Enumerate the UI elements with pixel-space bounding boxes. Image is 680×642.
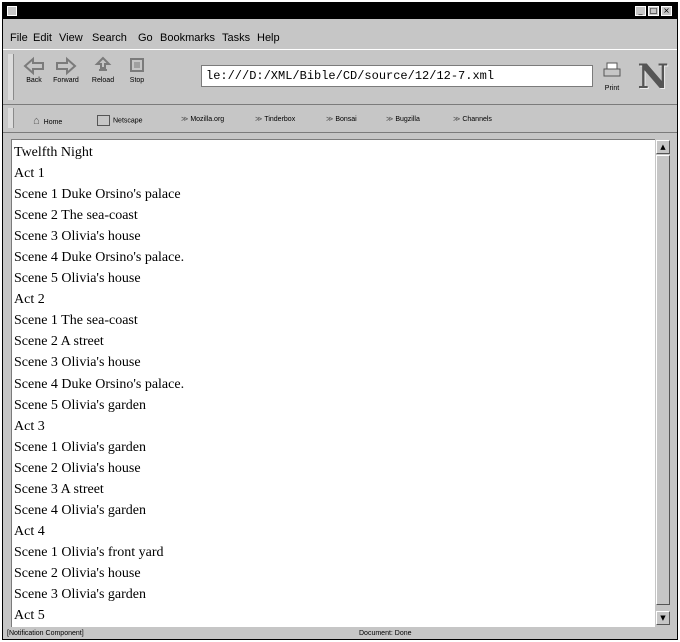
netscape-icon bbox=[97, 115, 110, 126]
scroll-thumb[interactable] bbox=[656, 155, 670, 605]
navigation-toolbar: Back Forward Reload Stop le:///D:/XML/Bi… bbox=[3, 49, 677, 105]
close-button[interactable]: × bbox=[661, 6, 672, 16]
bookmark-arrow-icon: ≫ bbox=[453, 116, 460, 123]
title-bar[interactable]: _ □ × bbox=[3, 3, 677, 19]
home-icon: ⌂ bbox=[33, 115, 40, 127]
toolbar-grip[interactable] bbox=[8, 54, 14, 100]
vertical-scrollbar[interactable]: ▲ ▼ bbox=[655, 139, 671, 627]
menu-go[interactable]: Go bbox=[138, 32, 153, 44]
forward-label: Forward bbox=[53, 77, 79, 84]
bookmark-channels[interactable]: ≫ Channels bbox=[453, 115, 492, 123]
stop-label: Stop bbox=[129, 77, 145, 84]
minimize-button[interactable]: _ bbox=[635, 6, 646, 16]
document-line: Scene 1 The sea-coast bbox=[14, 313, 138, 329]
personal-toolbar-grip[interactable] bbox=[8, 108, 14, 128]
document-line: Scene 1 Olivia's garden bbox=[14, 439, 146, 455]
document-line: Act 1 bbox=[14, 166, 45, 182]
document-text: Twelfth Night Act 1 Scene 1 Duke Orsino's … bbox=[14, 143, 184, 627]
bookmark-arrow-icon: ≫ bbox=[181, 116, 188, 123]
document-line: Scene 2 A street bbox=[14, 334, 104, 350]
channels-label: Channels bbox=[462, 116, 492, 123]
document-line: Scene 2 The sea-coast bbox=[14, 208, 138, 224]
menu-edit[interactable]: Edit bbox=[33, 32, 52, 44]
bookmark-arrow-icon: ≫ bbox=[386, 116, 393, 123]
url-input[interactable]: le:///D:/XML/Bible/CD/source/12/12-7.xml bbox=[201, 65, 593, 87]
menu-file[interactable]: File bbox=[10, 32, 28, 44]
document-line: Scene 3 Olivia's garden bbox=[14, 586, 146, 602]
back-button[interactable]: Back bbox=[17, 56, 51, 100]
status-document: Document: Done bbox=[359, 630, 412, 637]
bookmark-bonsai[interactable]: ≫ Bonsai bbox=[326, 115, 357, 123]
document-line: Scene 2 Olivia's house bbox=[14, 565, 141, 581]
document-line: Act 3 bbox=[14, 418, 45, 434]
menu-view[interactable]: View bbox=[59, 32, 83, 44]
document-line: Scene 1 Olivia's front yard bbox=[14, 544, 164, 560]
status-notification[interactable]: [Notification Component] bbox=[7, 629, 84, 639]
bookmark-tinderbox[interactable]: ≫ Tinderbox bbox=[255, 115, 295, 123]
back-label: Back bbox=[26, 77, 42, 84]
document-line: Scene 5 Olivia's house bbox=[14, 271, 141, 287]
reload-icon bbox=[94, 56, 112, 71]
document-line: Scene 4 Duke Orsino's palace. bbox=[14, 250, 185, 266]
home-label: Home bbox=[43, 119, 63, 126]
netscape-logo[interactable]: N bbox=[635, 60, 671, 94]
print-label: Print bbox=[604, 85, 620, 92]
document-line: Scene 3 Olivia's house bbox=[14, 355, 141, 371]
bookmark-arrow-icon: ≫ bbox=[326, 116, 333, 123]
bonsai-label: Bonsai bbox=[335, 116, 357, 123]
menu-bookmarks[interactable]: Bookmarks bbox=[160, 32, 215, 44]
reload-button[interactable]: Reload bbox=[86, 56, 120, 100]
personal-toolbar: ⌂ Home Netscape ≫ Mozilla.org ≫ Tinderbox ≫… bbox=[3, 105, 677, 133]
reload-label: Reload bbox=[91, 77, 115, 84]
bookmark-bugzilla[interactable]: ≫ Bugzilla bbox=[386, 115, 420, 123]
print-button[interactable]: Print bbox=[599, 62, 625, 92]
tinderbox-label: Tinderbox bbox=[264, 116, 296, 123]
netscape-label: Netscape bbox=[113, 117, 143, 125]
bugzilla-label: Bugzilla bbox=[395, 116, 420, 123]
menu-help[interactable]: Help bbox=[257, 32, 280, 44]
maximize-button[interactable]: □ bbox=[648, 6, 659, 16]
back-arrow-icon bbox=[23, 56, 44, 76]
bookmark-netscape[interactable]: Netscape bbox=[97, 115, 143, 126]
bookmark-mozilla[interactable]: ≫ Mozilla.org bbox=[181, 115, 224, 123]
content-pane[interactable]: Twelfth Night Act 1 Scene 1 Duke Orsino's … bbox=[11, 139, 655, 627]
document-line: Act 2 bbox=[14, 292, 45, 308]
document-line: Scene 3 Olivia's house bbox=[14, 229, 141, 245]
stop-icon bbox=[130, 58, 144, 72]
document-line: Scene 4 Olivia's garden bbox=[14, 502, 146, 518]
document-line: Twelfth Night bbox=[14, 145, 93, 160]
browser-window: _ □ × File Edit View Search Go Bookmarks… bbox=[2, 2, 678, 640]
printer-icon bbox=[603, 62, 621, 77]
window-menu-icon[interactable] bbox=[7, 6, 17, 16]
scroll-down-button[interactable]: ▼ bbox=[656, 611, 670, 625]
mozilla-label: Mozilla.org bbox=[190, 116, 225, 123]
document-line: Scene 1 Duke Orsino's palace bbox=[14, 187, 181, 203]
status-bar: [Notification Component] Document: Done bbox=[3, 629, 677, 639]
document-line: Act 5 bbox=[14, 608, 45, 624]
bookmark-arrow-icon: ≫ bbox=[255, 116, 262, 123]
forward-arrow-icon bbox=[56, 56, 77, 76]
document-line: Scene 4 Duke Orsino's palace. bbox=[14, 376, 185, 392]
document-line: Act 4 bbox=[14, 523, 45, 539]
menu-bar: File Edit View Search Go Bookmarks Tasks… bbox=[3, 31, 677, 49]
document-line: Scene 3 A street bbox=[14, 481, 104, 497]
forward-button[interactable]: Forward bbox=[49, 56, 83, 100]
menu-search[interactable]: Search bbox=[92, 32, 127, 44]
scroll-up-button[interactable]: ▲ bbox=[656, 140, 670, 154]
menu-tasks[interactable]: Tasks bbox=[222, 32, 250, 44]
stop-button[interactable]: Stop bbox=[120, 56, 154, 100]
bookmark-home[interactable]: ⌂ Home bbox=[33, 115, 62, 127]
document-line: Scene 2 Olivia's house bbox=[14, 460, 141, 476]
document-line: Scene 5 Olivia's garden bbox=[14, 397, 146, 413]
